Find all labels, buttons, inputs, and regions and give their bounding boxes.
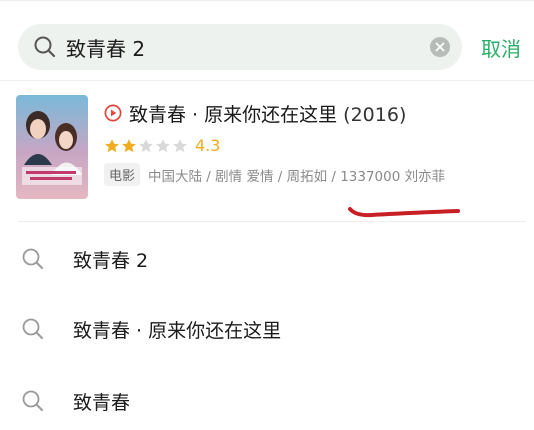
rating-value: 4.3: [195, 136, 221, 155]
search-icon: [20, 388, 46, 414]
movie-result-card[interactable]: 致青春 · 原来你还在这里 (2016) 4.3 电影 中国大陆 / 剧情 爱情…: [16, 95, 526, 207]
suggestion-label: 致青春 2: [73, 249, 149, 272]
divider: [18, 221, 526, 222]
suggestion-label: 致青春: [73, 391, 131, 414]
star-empty-icon: [156, 138, 170, 152]
search-icon: [32, 34, 58, 60]
suggestion-label: 致青春 · 原来你还在这里: [73, 319, 282, 342]
suggestion-item[interactable]: 致青春: [0, 373, 534, 429]
search-icon: [20, 246, 46, 272]
search-icon: [20, 316, 46, 342]
movie-poster[interactable]: [16, 95, 88, 199]
star-empty-icon: [173, 138, 187, 152]
type-badge: 电影: [104, 163, 141, 186]
rating-row: 4.3: [104, 136, 220, 155]
movie-title: 致青春 · 原来你还在这里 (2016): [129, 100, 406, 127]
movie-meta: 电影 中国大陆 / 剧情 爱情 / 周拓如 / 1337000 刘亦菲: [104, 163, 445, 186]
suggestion-item[interactable]: 致青春 2: [0, 231, 534, 287]
red-underline-annotation: [348, 207, 460, 218]
star-filled-icon: [105, 138, 119, 152]
search-bar[interactable]: [18, 24, 462, 70]
cancel-button[interactable]: 取消: [481, 33, 521, 62]
search-input[interactable]: [66, 35, 396, 59]
star-filled-icon: [122, 138, 136, 152]
movie-title-text: 致青春 · 原来你还在这里: [129, 104, 338, 126]
rating-stars: [104, 138, 189, 154]
divider: [0, 80, 534, 81]
top-divider: [0, 0, 534, 1]
play-circle-icon: [104, 104, 122, 122]
meta-text: 中国大陆 / 剧情 爱情 / 周拓如 / 1337000 刘亦菲: [148, 168, 446, 185]
suggestion-item[interactable]: 致青春 · 原来你还在这里: [0, 301, 534, 357]
movie-year: (2016): [343, 104, 407, 126]
star-empty-icon: [139, 138, 153, 152]
clear-icon[interactable]: [430, 37, 450, 57]
